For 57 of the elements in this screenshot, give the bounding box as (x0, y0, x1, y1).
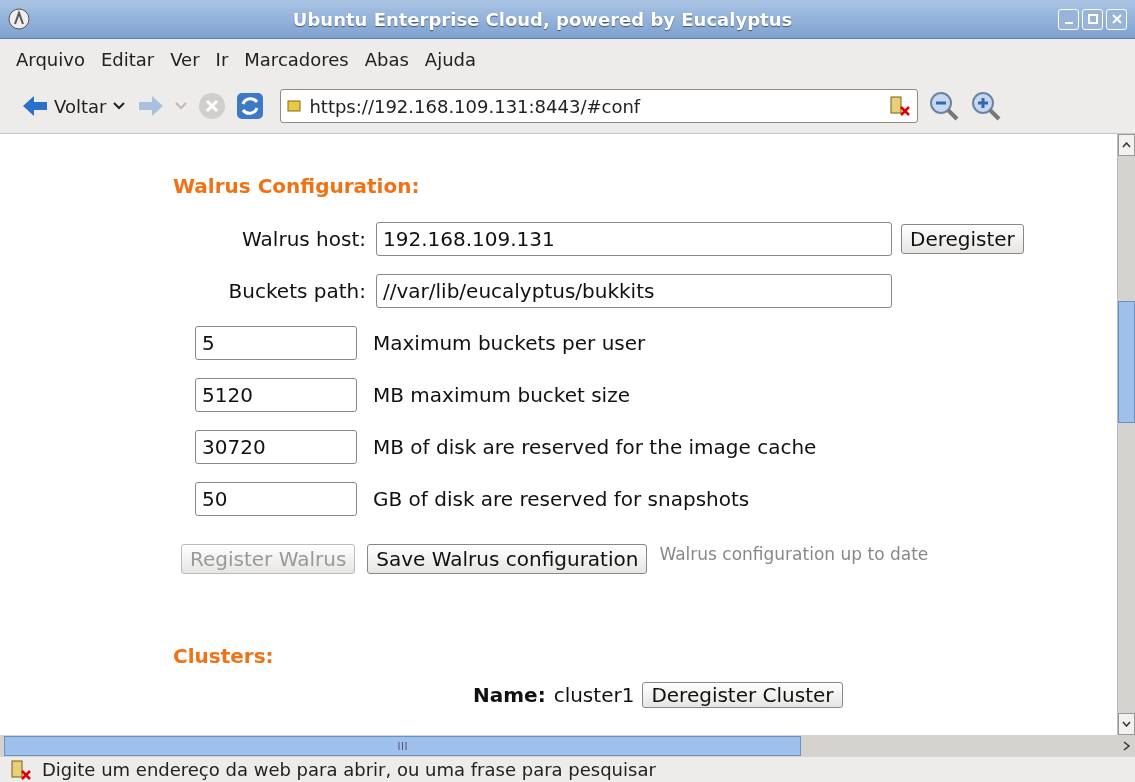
reload-button[interactable] (236, 92, 265, 120)
caret-down-icon (1122, 721, 1131, 727)
menu-item[interactable]: Editar (94, 44, 161, 74)
history-dropdown-button[interactable] (174, 101, 189, 111)
back-button[interactable]: Voltar (20, 93, 129, 119)
close-icon (1111, 14, 1122, 24)
certificate-icon (10, 758, 32, 781)
deregister-cluster-button[interactable]: Deregister Cluster (642, 682, 843, 708)
app-icon (8, 8, 30, 30)
menu-item[interactable]: Ajuda (418, 44, 483, 74)
action-button[interactable]: Save Walrus configuration (367, 544, 648, 574)
caret-right-icon (1123, 741, 1131, 751)
menu-item[interactable]: Abas (358, 44, 415, 74)
grip-icon (398, 742, 407, 750)
field-label: GB of disk are reserved for snapshots (373, 487, 750, 511)
caret-icon (112, 101, 127, 111)
field-label: Name: (473, 683, 546, 707)
input-field[interactable]: 192.168.109.131 (376, 222, 892, 256)
scrollbar-thumb[interactable] (4, 736, 801, 756)
section-heading: Walrus Configuration: (173, 174, 421, 198)
left-arrow-icon (22, 95, 48, 117)
input-field[interactable]: 50 (195, 482, 357, 516)
right-arrow-icon (138, 95, 165, 117)
minimize-icon (1063, 22, 1074, 24)
menu-item[interactable]: Arquivo (10, 44, 91, 74)
certificate-icon (889, 95, 912, 117)
caret-icon (174, 101, 189, 111)
close-button[interactable] (1106, 8, 1127, 30)
maximize-icon (1087, 14, 1098, 24)
input-field[interactable]: 30720 (195, 430, 357, 464)
scrollbar-thumb[interactable] (1118, 301, 1135, 423)
input-field[interactable]: 5120 (195, 378, 357, 412)
input-field[interactable]: //var/lib/eucalyptus/bukkits (376, 274, 892, 308)
horizontal-scrollbar[interactable] (0, 735, 1135, 757)
address-field[interactable]: https://192.168.109.131:8443/#conf (280, 89, 919, 123)
maximize-button[interactable] (1082, 8, 1103, 30)
caret-up-icon (1122, 142, 1131, 148)
menu-item[interactable]: Ver (164, 44, 206, 74)
site-icon (287, 100, 302, 112)
zoom-out-button[interactable] (928, 90, 961, 122)
status-text: Digite um endereço da web para abrir, ou uma frase para pesquisar (42, 759, 656, 780)
minimize-button[interactable] (1058, 8, 1079, 30)
cluster-name: cluster1 (553, 683, 635, 707)
field-label: MB maximum bucket size (373, 383, 630, 407)
deregister-button[interactable]: Deregister (901, 224, 1024, 254)
vertical-scrollbar[interactable] (1117, 134, 1135, 735)
zoom-in-button[interactable] (970, 90, 1003, 122)
section-heading: Clusters: (173, 644, 275, 668)
field-label: MB of disk are reserved for the image cache (373, 435, 817, 459)
menu-item[interactable]: Marcadores (238, 44, 355, 74)
field-label: Maximum buckets per user (373, 331, 646, 355)
window-title: Ubuntu Enterprise Cloud, powered by Eucalyptus (291, 8, 794, 30)
status-text: Walrus configuration up to date (659, 544, 929, 564)
field-label: Walrus host: (241, 227, 366, 251)
input-field[interactable]: 5 (195, 326, 357, 360)
menu-item[interactable]: Ir (209, 44, 235, 74)
field-label: Buckets path: (227, 279, 366, 303)
